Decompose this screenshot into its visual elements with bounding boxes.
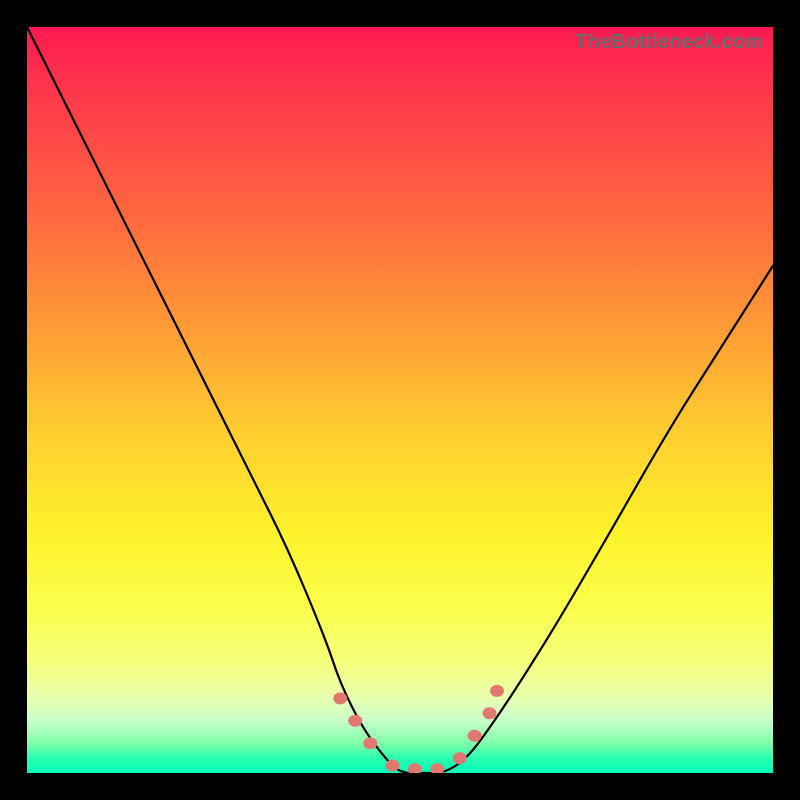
marker-point <box>348 715 362 727</box>
marker-point <box>483 707 497 719</box>
plot-area: TheBottleneck.com <box>27 27 773 773</box>
marker-point <box>490 685 504 697</box>
marker-point <box>408 763 422 773</box>
curve-svg <box>27 27 773 773</box>
bottleneck-curve <box>27 27 773 773</box>
marker-group <box>333 685 504 773</box>
chart-frame: TheBottleneck.com <box>0 0 800 800</box>
marker-point <box>386 760 400 772</box>
marker-point <box>430 763 444 773</box>
marker-point <box>453 752 467 764</box>
marker-point <box>333 692 347 704</box>
marker-point <box>468 730 482 742</box>
marker-point <box>363 737 377 749</box>
